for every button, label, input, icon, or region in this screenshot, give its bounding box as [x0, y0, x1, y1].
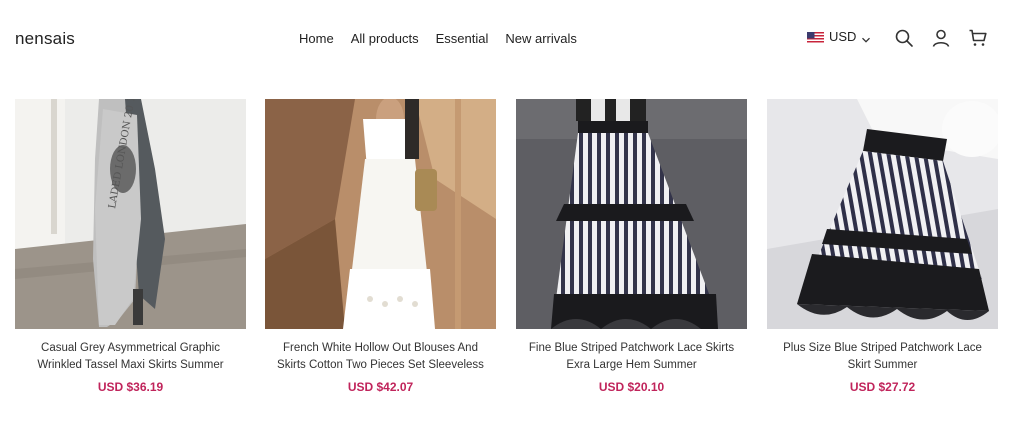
product-title[interactable]: French White Hollow Out Blouses And Skir… [265, 340, 496, 374]
product-card[interactable]: LADED LONDON 20 12 Casual Grey Asymmetri… [15, 99, 246, 394]
product-image[interactable] [265, 99, 496, 329]
nav-essential[interactable]: Essential [436, 31, 489, 46]
site-header: nensais Home All products Essential New … [0, 0, 1024, 76]
currency-selector[interactable]: USD [807, 29, 871, 44]
product-card[interactable]: Fine Blue Striped Patchwork Lace Skirts … [516, 99, 747, 394]
account-icon[interactable] [931, 28, 951, 48]
us-flag-icon [807, 31, 824, 43]
product-price: USD $36.19 [97, 380, 164, 394]
main-nav: Home All products Essential New arrivals [299, 31, 577, 46]
product-title[interactable]: Casual Grey Asymmetrical Graphic Wrinkle… [15, 340, 246, 374]
search-icon[interactable] [894, 28, 914, 48]
product-price: USD $42.07 [347, 380, 414, 394]
chevron-down-icon [861, 32, 871, 43]
nav-home[interactable]: Home [299, 31, 334, 46]
site-logo[interactable]: nensais [15, 29, 75, 49]
product-card[interactable]: French White Hollow Out Blouses And Skir… [265, 99, 496, 394]
product-image[interactable] [516, 99, 747, 329]
currency-label: USD [829, 29, 857, 44]
product-image[interactable]: LADED LONDON 20 12 [15, 99, 246, 329]
product-title[interactable]: Plus Size Blue Striped Patchwork Lace Sk… [767, 340, 998, 374]
product-price: USD $27.72 [849, 380, 916, 394]
cart-icon[interactable] [968, 28, 988, 48]
product-card[interactable]: Plus Size Blue Striped Patchwork Lace Sk… [767, 99, 998, 394]
nav-all-products[interactable]: All products [351, 31, 419, 46]
product-price: USD $20.10 [598, 380, 665, 394]
nav-new-arrivals[interactable]: New arrivals [505, 31, 577, 46]
product-image[interactable] [767, 99, 998, 329]
product-title[interactable]: Fine Blue Striped Patchwork Lace Skirts … [516, 340, 747, 374]
